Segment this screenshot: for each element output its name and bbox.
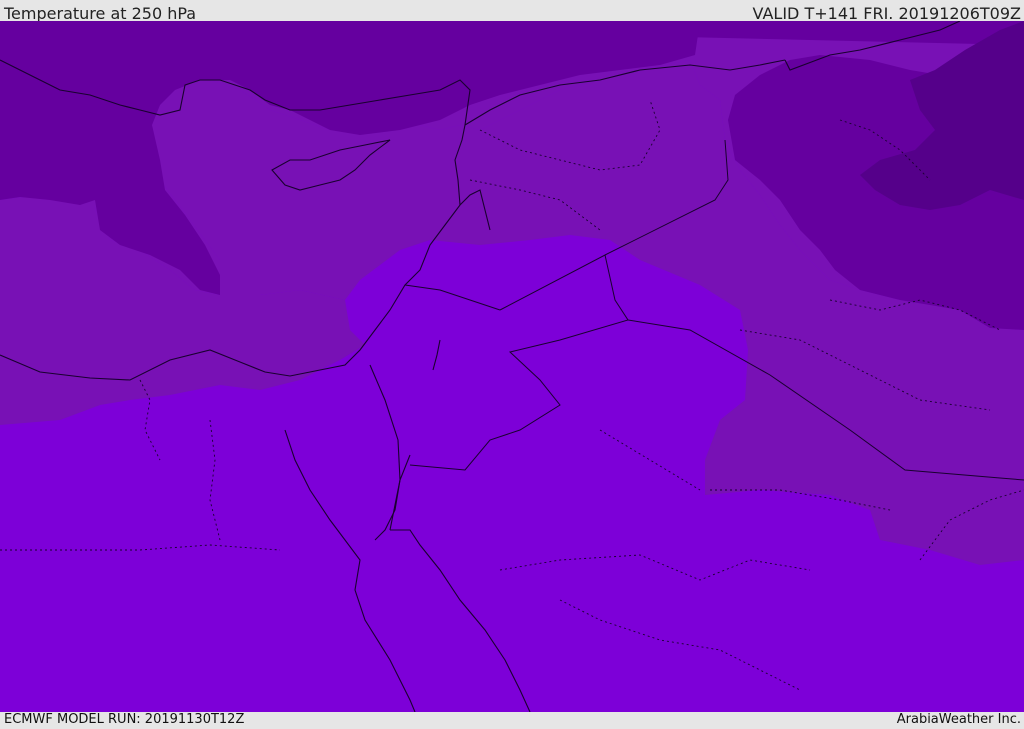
credit-label: ArabiaWeather Inc.: [896, 712, 1021, 727]
model-run: ECMWF MODEL RUN: 20191130T12Z: [4, 712, 245, 727]
map-panel[interactable]: [0, 21, 1024, 712]
temperature-map: [0, 21, 1024, 712]
bottom-bar: ECMWF MODEL RUN: 20191130T12Z ArabiaWeat…: [0, 712, 1024, 729]
top-bar: Temperature at 250 hPa VALID T+141 FRI. …: [0, 0, 1024, 23]
